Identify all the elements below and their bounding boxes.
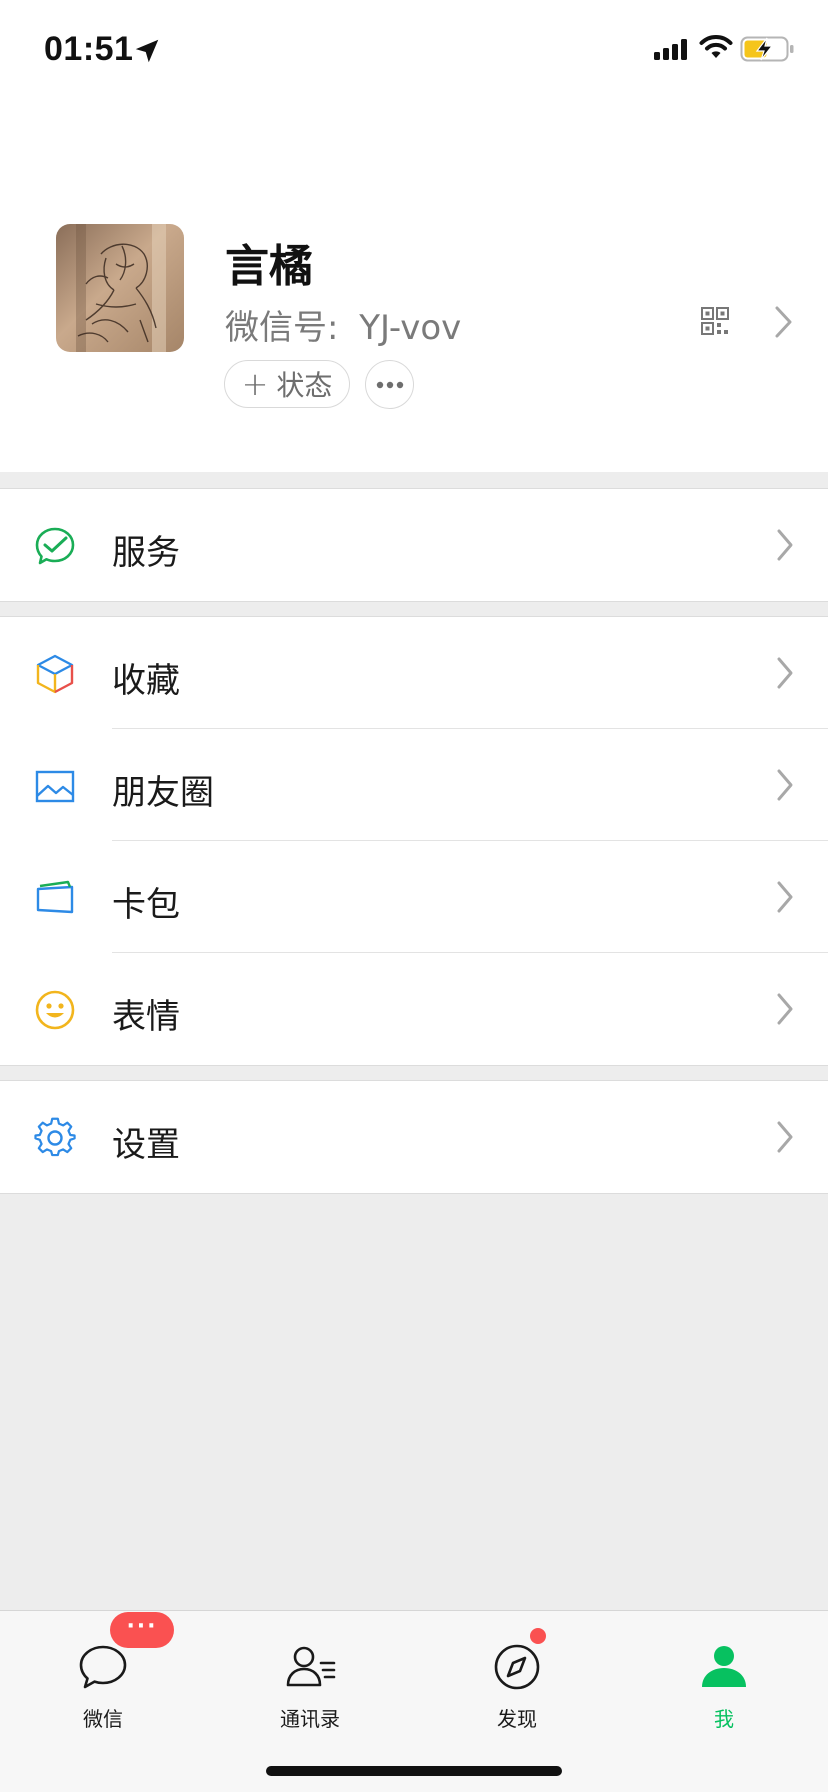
chevron-right-icon[interactable] [774, 305, 794, 339]
chevron-right-icon [777, 993, 793, 1025]
tab-label: 发现 [497, 1707, 537, 1731]
favorites-cube-icon [36, 654, 74, 694]
compass-icon [494, 1644, 540, 1690]
discover-dot-badge [530, 1628, 546, 1644]
battery-charging-icon [740, 36, 794, 62]
wechat-id-row: 微信号: YJ-vov [225, 300, 461, 349]
wifi-icon [699, 35, 733, 58]
tab-discover[interactable]: 发现 [447, 1633, 587, 1743]
home-indicator [266, 1766, 562, 1776]
menu-item-card-wallet[interactable]: 卡包 [0, 841, 828, 953]
plus-icon: + [241, 365, 269, 403]
tab-me[interactable]: 我 [654, 1633, 794, 1743]
menu-item-services[interactable]: 服务 [0, 489, 828, 601]
add-status-button[interactable]: + 状态 [224, 360, 350, 408]
profile-header[interactable]: 言橘 微信号: YJ-vov + 状态 [0, 100, 828, 472]
menu-group-services: 服务 [0, 488, 828, 602]
menu-label: 朋友圈 [112, 773, 214, 813]
more-button[interactable] [365, 360, 414, 409]
wechat-id-label: 微信号: [225, 308, 339, 348]
menu-label: 卡包 [112, 885, 180, 925]
moments-picture-icon [35, 770, 75, 803]
location-arrow-icon [135, 39, 159, 63]
chevron-right-icon [777, 529, 793, 561]
menu-label: 设置 [112, 1125, 180, 1165]
person-icon [702, 1646, 746, 1687]
menu-label: 收藏 [112, 661, 180, 701]
avatar[interactable] [56, 224, 184, 352]
add-status-label: 状态 [276, 369, 333, 402]
cellular-signal-icon [654, 39, 687, 60]
status-bar: 01:51 [0, 0, 828, 100]
tab-label: 我 [714, 1707, 734, 1731]
chevron-right-icon [777, 769, 793, 801]
contacts-icon [286, 1646, 336, 1687]
smiley-icon [35, 990, 75, 1030]
gear-icon [34, 1117, 76, 1157]
chat-bubble-icon [79, 1645, 127, 1689]
wechat-pay-icon [35, 527, 75, 565]
menu-label: 服务 [112, 533, 180, 573]
nickname: 言橘 [225, 241, 313, 292]
tab-contacts[interactable]: 通讯录 [240, 1633, 380, 1743]
chevron-right-icon [777, 657, 793, 689]
card-wallet-icon [36, 880, 74, 914]
chevron-right-icon [777, 881, 793, 913]
menu-item-moments[interactable]: 朋友圈 [0, 729, 828, 841]
menu-label: 表情 [112, 997, 180, 1037]
menu-group-settings: 设置 [0, 1080, 828, 1194]
chevron-right-icon [777, 1121, 793, 1153]
menu-group-main: 收藏 朋友圈 卡包 表情 [0, 616, 828, 1066]
tab-label: 微信 [83, 1707, 123, 1731]
menu-item-favorites[interactable]: 收藏 [0, 617, 828, 729]
qr-code-icon[interactable] [700, 306, 730, 336]
wechat-id-value: YJ-vov [359, 308, 462, 348]
tab-chats[interactable]: 微信 [33, 1633, 173, 1743]
avatar-sketch-image [56, 224, 184, 352]
menu-item-stickers[interactable]: 表情 [0, 953, 828, 1065]
tab-label: 通讯录 [280, 1707, 340, 1731]
chats-unread-badge: ··· [110, 1612, 174, 1648]
ellipsis-icon [376, 381, 403, 388]
status-time: 01:51 [44, 30, 134, 68]
menu-item-settings[interactable]: 设置 [0, 1081, 828, 1193]
